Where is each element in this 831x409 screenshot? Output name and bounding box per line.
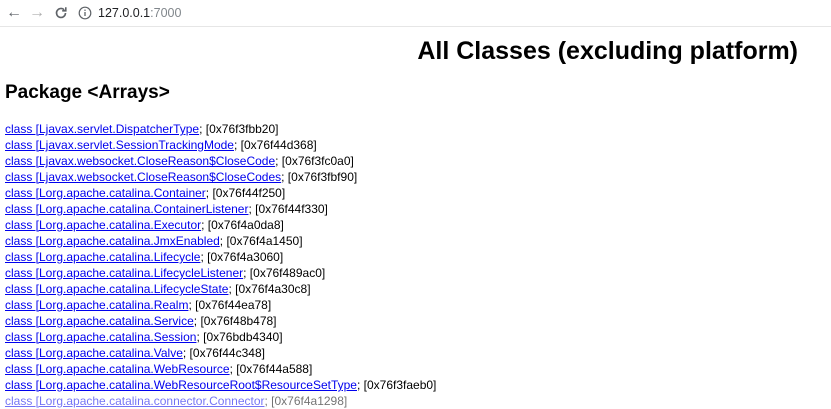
class-list-item: class [Ljavax.servlet.SessionTrackingMod… xyxy=(5,137,436,153)
class-list-item: class [Lorg.apache.catalina.JmxEnabled; … xyxy=(5,233,436,249)
class-address: ; [0x76f48b478] xyxy=(193,314,277,328)
page-content: All Classes (excluding platform) Package… xyxy=(0,27,831,408)
class-list-item: class [Lorg.apache.catalina.WebResourceR… xyxy=(5,377,436,393)
class-address: ; [0x76f4a30c8] xyxy=(228,282,311,296)
class-list-item: class [Lorg.apache.catalina.Valve; [0x76… xyxy=(5,345,436,361)
class-list-item: class [Ljavax.servlet.DispatcherType; [0… xyxy=(5,121,436,137)
info-icon[interactable] xyxy=(78,6,92,20)
class-link[interactable]: class [Ljavax.servlet.DispatcherType xyxy=(5,122,199,136)
class-address: ; [0x76f4a0da8] xyxy=(201,218,284,232)
class-list-item: class [Lorg.apache.catalina.LifecycleSta… xyxy=(5,281,436,297)
class-list-item: class [Lorg.apache.catalina.Executor; [0… xyxy=(5,217,436,233)
url-port: :7000 xyxy=(150,6,182,20)
reload-icon-glyph xyxy=(55,7,67,19)
class-list-item: class [Lorg.apache.catalina.ContainerLis… xyxy=(5,201,436,217)
class-list-item: class [Lorg.apache.catalina.Session; [0x… xyxy=(5,329,436,345)
class-list-item: class [Lorg.apache.catalina.connector.Co… xyxy=(5,393,436,409)
class-link[interactable]: class [Lorg.apache.catalina.WebResource xyxy=(5,362,230,376)
class-address: ; [0x76f3fbf90] xyxy=(281,170,358,184)
package-heading: Package <Arrays> xyxy=(5,82,170,103)
url-host: 127.0.0.1 xyxy=(98,6,151,20)
class-list-item: class [Lorg.apache.catalina.Lifecycle; [… xyxy=(5,249,436,265)
class-link[interactable]: class [Lorg.apache.catalina.LifecycleSta… xyxy=(5,282,228,296)
class-link[interactable]: class [Ljavax.websocket.CloseReason$Clos… xyxy=(5,154,275,168)
class-list-item: class [Ljavax.websocket.CloseReason$Clos… xyxy=(5,169,436,185)
class-link[interactable]: class [Lorg.apache.catalina.connector.Co… xyxy=(5,394,265,408)
page-title: All Classes (excluding platform) xyxy=(417,37,798,65)
class-link[interactable]: class [Lorg.apache.catalina.ContainerLis… xyxy=(5,202,248,216)
class-address: ; [0x76f4a3060] xyxy=(200,250,284,264)
class-address: ; [0x76f44f330] xyxy=(248,202,328,216)
class-address: ; [0x76f4a1450] xyxy=(219,234,303,248)
class-link[interactable]: class [Lorg.apache.catalina.Executor xyxy=(5,218,201,232)
class-link[interactable]: class [Lorg.apache.catalina.Session xyxy=(5,330,196,344)
class-list-item: class [Ljavax.websocket.CloseReason$Clos… xyxy=(5,153,436,169)
class-list-item: class [Lorg.apache.catalina.LifecycleLis… xyxy=(5,265,436,281)
class-address: ; [0x76f44c348] xyxy=(182,346,265,360)
class-address: ; [0x76f44a588] xyxy=(229,362,313,376)
class-link[interactable]: class [Lorg.apache.catalina.JmxEnabled xyxy=(5,234,220,248)
class-link[interactable]: class [Ljavax.servlet.SessionTrackingMod… xyxy=(5,138,234,152)
class-link[interactable]: class [Lorg.apache.catalina.Realm xyxy=(5,298,188,312)
back-arrow-icon[interactable]: ← xyxy=(4,3,24,23)
class-link[interactable]: class [Ljavax.websocket.CloseReason$Clos… xyxy=(5,170,281,184)
class-link[interactable]: class [Lorg.apache.catalina.Service xyxy=(5,314,194,328)
class-address: ; [0x76f3faeb0] xyxy=(356,378,437,392)
class-list: class [Ljavax.servlet.DispatcherType; [0… xyxy=(5,121,436,409)
class-link[interactable]: class [Lorg.apache.catalina.WebResourceR… xyxy=(5,378,357,392)
reload-icon[interactable] xyxy=(51,3,71,23)
class-address: ; [0x76f3fbb20] xyxy=(199,122,279,136)
class-list-item: class [Lorg.apache.catalina.Realm; [0x76… xyxy=(5,297,436,313)
class-list-item: class [Lorg.apache.catalina.Service; [0x… xyxy=(5,313,436,329)
class-link[interactable]: class [Lorg.apache.catalina.Valve xyxy=(5,346,183,360)
class-address: ; [0x76f3fc0a0] xyxy=(275,154,354,168)
class-address: ; [0x76bdb4340] xyxy=(196,330,283,344)
class-list-item: class [Lorg.apache.catalina.Container; [… xyxy=(5,185,436,201)
forward-arrow-icon[interactable]: → xyxy=(27,3,47,23)
class-address: ; [0x76f44f250] xyxy=(205,186,286,200)
class-link[interactable]: class [Lorg.apache.catalina.Lifecycle xyxy=(5,250,200,264)
class-address: ; [0x76f44d368] xyxy=(233,138,317,152)
class-address: ; [0x76f44ea78] xyxy=(188,298,272,312)
class-address: ; [0x76f489ac0] xyxy=(243,266,326,280)
class-link[interactable]: class [Lorg.apache.catalina.Container xyxy=(5,186,206,200)
browser-toolbar: ← → 127.0.0.1:7000 xyxy=(0,0,831,27)
class-link[interactable]: class [Lorg.apache.catalina.LifecycleLis… xyxy=(5,266,243,280)
address-bar[interactable]: 127.0.0.1:7000 xyxy=(98,5,181,21)
class-list-item: class [Lorg.apache.catalina.WebResource;… xyxy=(5,361,436,377)
class-address: ; [0x76f4a1298] xyxy=(264,394,348,408)
